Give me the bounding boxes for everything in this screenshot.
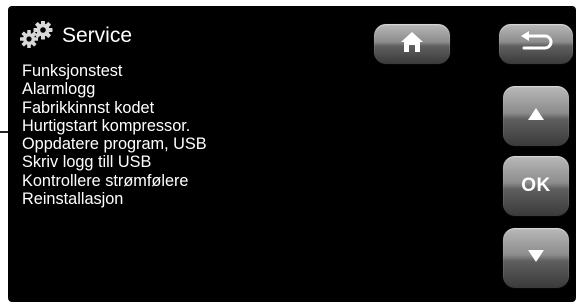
arrow-down-icon (527, 249, 545, 268)
scroll-up-button[interactable] (503, 86, 569, 146)
menu-item-hurtigstart-kompressor[interactable]: Hurtigstart kompressor. (22, 117, 207, 135)
ok-button[interactable]: OK (503, 156, 569, 216)
page-title: Service (62, 24, 133, 47)
gears-icon (18, 20, 54, 51)
back-arrow-icon (516, 30, 556, 59)
menu-item-funksjonstest[interactable]: Funksjonstest (22, 62, 207, 80)
back-button[interactable] (499, 24, 573, 64)
menu-item-oppdatere-program-usb[interactable]: Oppdatere program, USB (22, 135, 207, 153)
menu-item-kontrollere-stromfolere[interactable]: Kontrollere strømfølere (22, 172, 207, 190)
menu-item-skriv-logg-usb[interactable]: Skriv logg till USB (22, 153, 207, 171)
scroll-down-button[interactable] (503, 228, 569, 288)
menu-item-fabrikkinnst-kodet[interactable]: Fabrikkinnst kodet (22, 99, 207, 117)
menu-item-alarmlogg[interactable]: Alarmlogg (22, 80, 207, 98)
page-header: Service (18, 20, 132, 52)
menu-item-reinstallasjon[interactable]: Reinstallasjon (22, 190, 207, 208)
display-screen: Service Funksjonstest Alarmlogg Fabrikki… (8, 6, 576, 302)
home-icon (399, 30, 425, 59)
service-menu: Funksjonstest Alarmlogg Fabrikkinnst kod… (22, 62, 207, 208)
arrow-up-icon (527, 107, 545, 126)
ok-label: OK (521, 175, 551, 196)
home-button[interactable] (374, 24, 450, 64)
